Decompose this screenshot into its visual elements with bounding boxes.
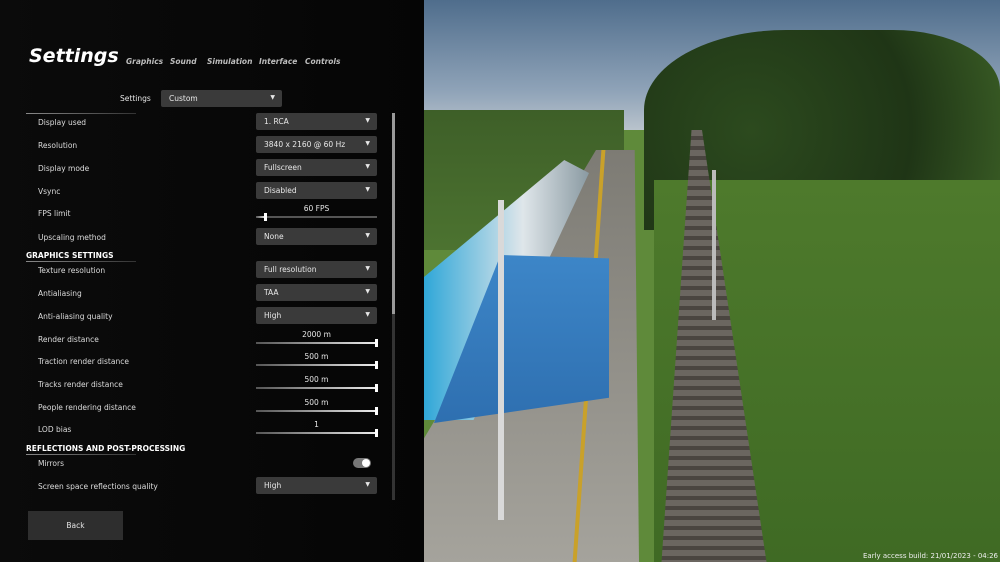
chevron-down-icon: ▼ [365, 265, 370, 272]
slider-handle[interactable] [375, 429, 378, 437]
page-title: Settings [29, 45, 119, 67]
people-rendering-distance-value: 500 m [304, 398, 329, 407]
settings-panel: Settings Graphics Sound Simulation Inter… [0, 0, 424, 562]
chevron-down-icon: ▼ [365, 311, 370, 318]
texture-resolution-value: Full resolution [264, 265, 317, 274]
scrollbar[interactable] [392, 113, 395, 500]
vsync-value: Disabled [264, 186, 297, 195]
screen-space-reflections-quality-dropdown[interactable]: High ▼ [256, 477, 377, 494]
anti-aliasing-quality-value: High [264, 311, 282, 320]
fps-limit-slider[interactable] [256, 213, 377, 221]
mirrors-toggle[interactable] [353, 458, 371, 468]
section-heading-reflections: REFLECTIONS AND POST-PROCESSING [26, 444, 186, 453]
scrollbar-thumb[interactable] [392, 113, 395, 315]
display-used-dropdown[interactable]: 1. RCA ▼ [256, 113, 377, 130]
slider-fill [256, 387, 377, 389]
traction-render-distance-label: Traction render distance [38, 357, 129, 366]
divider [26, 261, 136, 262]
chevron-down-icon: ▼ [365, 186, 370, 193]
fps-limit-label: FPS limit [38, 209, 71, 218]
mirrors-label: Mirrors [38, 459, 65, 468]
display-used-label: Display used [38, 118, 87, 127]
slider-handle[interactable] [375, 384, 378, 392]
divider [26, 113, 136, 114]
catenary-pole [712, 170, 716, 320]
vsync-label: Vsync [38, 187, 61, 196]
game-scene-background: Early access build: 21/01/2023 - 04:26 [424, 0, 1000, 562]
slider-fill [256, 364, 377, 366]
slider-handle[interactable] [375, 361, 378, 369]
vsync-dropdown[interactable]: Disabled ▼ [256, 182, 377, 199]
antialiasing-dropdown[interactable]: TAA ▼ [256, 284, 377, 301]
slider-fill [256, 410, 377, 412]
display-used-value: 1. RCA [264, 117, 289, 126]
chevron-down-icon: ▼ [365, 117, 370, 124]
render-distance-label: Render distance [38, 335, 99, 344]
lamp-pole [498, 200, 504, 520]
tracks-render-distance-label: Tracks render distance [38, 380, 123, 389]
anti-aliasing-quality-label: Anti-aliasing quality [38, 312, 113, 321]
build-info: Early access build: 21/01/2023 - 04:26 [862, 552, 998, 560]
display-mode-label: Display mode [38, 164, 90, 173]
chevron-down-icon: ▼ [270, 94, 275, 101]
chevron-down-icon: ▼ [365, 163, 370, 170]
texture-resolution-label: Texture resolution [38, 266, 106, 275]
texture-resolution-dropdown[interactable]: Full resolution ▼ [256, 261, 377, 278]
lod-bias-value: 1 [314, 420, 319, 429]
display-mode-value: Fullscreen [264, 163, 302, 172]
tab-interface[interactable]: Interface [259, 57, 297, 66]
anti-aliasing-quality-dropdown[interactable]: High ▼ [256, 307, 377, 324]
resolution-value: 3840 x 2160 @ 60 Hz [264, 140, 346, 149]
render-distance-value: 2000 m [302, 330, 331, 339]
upscaling-method-label: Upscaling method [38, 233, 106, 242]
tab-graphics[interactable]: Graphics [126, 57, 163, 66]
antialiasing-value: TAA [264, 288, 279, 297]
lod-bias-label: LOD bias [38, 425, 72, 434]
divider [26, 454, 136, 455]
preset-label: Settings [120, 94, 151, 103]
render-distance-slider[interactable] [256, 339, 378, 347]
tab-sound[interactable]: Sound [170, 57, 197, 66]
display-mode-dropdown[interactable]: Fullscreen ▼ [256, 159, 377, 176]
preset-dropdown[interactable]: Custom ▼ [161, 90, 282, 107]
slider-handle[interactable] [375, 407, 378, 415]
slider-handle[interactable] [375, 339, 378, 347]
screen-space-reflections-quality-label: Screen space reflections quality [38, 482, 158, 491]
upscaling-method-value: None [264, 232, 284, 241]
traction-render-distance-value: 500 m [304, 352, 329, 361]
back-button[interactable]: Back [28, 511, 123, 540]
chevron-down-icon: ▼ [365, 140, 370, 147]
slider-fill [256, 432, 377, 434]
slider-fill [256, 342, 377, 344]
resolution-dropdown[interactable]: 3840 x 2160 @ 60 Hz ▼ [256, 136, 377, 153]
section-heading-graphics: GRAPHICS SETTINGS [26, 251, 114, 260]
preset-value: Custom [169, 94, 198, 103]
tab-simulation[interactable]: Simulation [207, 57, 252, 66]
antialiasing-label: Antialiasing [38, 289, 82, 298]
people-rendering-distance-slider[interactable] [256, 407, 378, 415]
slider-handle[interactable] [263, 213, 267, 221]
screen-space-reflections-quality-value: High [264, 481, 282, 490]
tracks-render-distance-value: 500 m [304, 375, 329, 384]
chevron-down-icon: ▼ [365, 232, 370, 239]
tab-controls[interactable]: Controls [305, 57, 340, 66]
lod-bias-slider[interactable] [256, 429, 378, 437]
resolution-label: Resolution [38, 141, 78, 150]
toggle-knob [362, 459, 370, 467]
fps-limit-value: 60 FPS [303, 204, 330, 213]
tracks-render-distance-slider[interactable] [256, 384, 378, 392]
chevron-down-icon: ▼ [365, 288, 370, 295]
chevron-down-icon: ▼ [365, 481, 370, 488]
upscaling-method-dropdown[interactable]: None ▼ [256, 228, 377, 245]
traction-render-distance-slider[interactable] [256, 361, 378, 369]
people-rendering-distance-label: People rendering distance [38, 403, 136, 412]
